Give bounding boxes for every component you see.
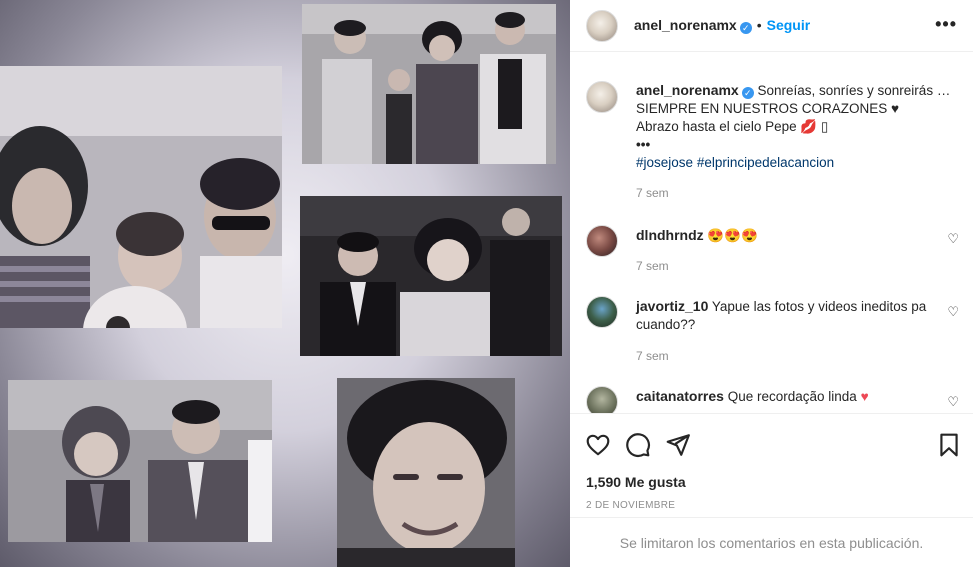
caption-line-1: Sonreías, sonríes y sonreirás … [757, 83, 951, 98]
heart-outline-icon[interactable] [585, 432, 611, 458]
post-date[interactable]: 2 DE NOVIEMBRE [586, 500, 675, 511]
dot-separator: • [756, 17, 762, 33]
header-user-row: anel_norenamx ✓ • Seguir [634, 17, 810, 34]
comment-row: caitanatorres Que recordação linda ♥ [636, 387, 936, 406]
comment-text: Que recordação linda [727, 389, 857, 404]
comment-username[interactable]: caitanatorres [636, 388, 724, 404]
post-actions: 1,590 Me gusta 2 DE NOVIEMBRE [570, 413, 973, 525]
comment-username[interactable]: dlndhrndz [636, 227, 704, 243]
comment-like-heart-icon[interactable]: ♡ [947, 304, 959, 320]
avatar[interactable] [586, 10, 618, 42]
verified-badge-icon: ✓ [741, 87, 754, 99]
post-sidebar: anel_norenamx ✓ • Seguir ••• anel_norenamx ✓… [570, 0, 973, 567]
verified-badge-icon: ✓ [739, 22, 752, 34]
comments-disabled-notice: Se limitaron los comentarios en esta pub… [570, 517, 973, 567]
red-heart-icon: ♥ [860, 389, 869, 404]
caption-line-2: SIEMPRE EN NUESTROS CORAZONES ♥ [636, 101, 900, 116]
comment-row: dlndhrndz 😍😍😍 [636, 226, 936, 245]
comment-text: 😍😍😍 [707, 228, 758, 243]
likes-count[interactable]: 1,590 Me gusta [586, 474, 686, 490]
caption-avatar[interactable] [586, 81, 618, 113]
comment-avatar[interactable] [586, 225, 618, 257]
caption-line-3: Abrazo hasta el cielo Pepe 💋 ▯ [636, 119, 829, 134]
follow-button[interactable]: Seguir [767, 17, 811, 33]
comment-time: 7 sem [636, 349, 669, 363]
post-image[interactable] [0, 0, 570, 567]
hashtag-link[interactable]: #elprincipedelacancion [697, 155, 834, 170]
hashtag-link[interactable]: #josejose [636, 155, 693, 170]
caption-time: 7 sem [636, 186, 669, 200]
comment-row: javortiz_10 Yapue las fotos y videos ine… [636, 297, 936, 334]
comment-time: 7 sem [636, 259, 669, 273]
username-link[interactable]: anel_norenamx [634, 17, 737, 33]
comment-avatar[interactable] [586, 296, 618, 328]
caption-more[interactable]: ••• [636, 136, 956, 154]
more-options-icon[interactable]: ••• [935, 14, 957, 35]
caption: anel_norenamx ✓ Sonreías, sonríes y sonre… [636, 81, 956, 172]
photo-woman-man-suit [8, 380, 272, 542]
comment-avatar[interactable] [586, 386, 618, 413]
comment-like-heart-icon[interactable]: ♡ [947, 394, 959, 410]
post-header: anel_norenamx ✓ • Seguir ••• [570, 0, 973, 52]
photo-couple-event [300, 196, 562, 356]
caption-username[interactable]: anel_norenamx [636, 82, 739, 98]
photo-closeup-smile [337, 378, 515, 567]
photo-family-plush [0, 66, 282, 328]
comment-bubble-icon[interactable] [625, 432, 651, 458]
bookmark-icon[interactable] [936, 432, 962, 458]
comments-section[interactable]: anel_norenamx ✓ Sonreías, sonríes y sonre… [570, 53, 973, 413]
comment-username[interactable]: javortiz_10 [636, 298, 708, 314]
hashtags: #josejose #elprincipedelacancion [636, 154, 956, 172]
paper-plane-icon[interactable] [665, 432, 691, 458]
photo-group-four [302, 4, 556, 164]
comment-like-heart-icon[interactable]: ♡ [947, 231, 959, 247]
